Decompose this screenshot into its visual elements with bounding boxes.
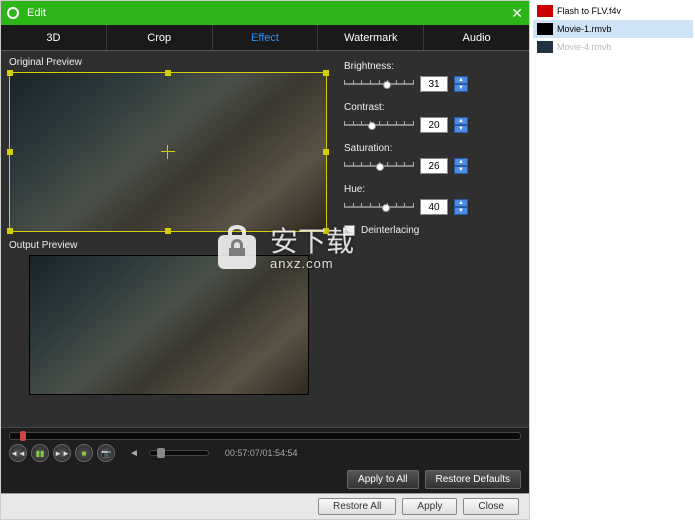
edit-window: Edit ✕ 3D Crop Effect Watermark Audio Or…: [0, 0, 530, 520]
saturation-group: Saturation: 26 ▲▼: [344, 143, 521, 174]
saturation-stepper[interactable]: ▲▼: [454, 158, 468, 174]
next-button[interactable]: ►►: [53, 444, 71, 462]
chevron-up-icon[interactable]: ▲: [454, 76, 468, 84]
effect-controls: Brightness: 31 ▲▼ Contrast:: [336, 51, 529, 427]
volume-icon[interactable]: ◄: [129, 448, 139, 459]
restore-all-button[interactable]: Restore All: [318, 498, 396, 515]
chevron-up-icon[interactable]: ▲: [454, 158, 468, 166]
pause-button[interactable]: ▮▮: [31, 444, 49, 462]
progress-bar[interactable]: [9, 432, 521, 440]
original-preview-label: Original Preview: [9, 57, 328, 68]
crop-handle-ml[interactable]: [7, 149, 13, 155]
brightness-stepper[interactable]: ▲▼: [454, 76, 468, 92]
crop-handle-tr[interactable]: [323, 70, 329, 76]
file-thumb-icon: [537, 41, 553, 53]
deinterlace-row: Deinterlacing: [344, 225, 521, 236]
crop-handle-mr[interactable]: [323, 149, 329, 155]
output-preview-label: Output Preview: [9, 240, 328, 251]
brightness-group: Brightness: 31 ▲▼: [344, 61, 521, 92]
list-item[interactable]: Movie-4.rmvb: [533, 38, 693, 56]
list-item[interactable]: Flash to FLV.f4v: [533, 2, 693, 20]
file-thumb-icon: [537, 5, 553, 17]
deinterlace-label: Deinterlacing: [361, 225, 419, 236]
hue-label: Hue:: [344, 184, 521, 195]
tab-crop[interactable]: Crop: [107, 25, 213, 50]
brightness-value[interactable]: 31: [420, 76, 448, 92]
action-row: Apply to All Restore Defaults: [1, 466, 529, 493]
contrast-group: Contrast: 20 ▲▼: [344, 102, 521, 133]
app-icon: [7, 7, 19, 19]
crop-center-icon[interactable]: [161, 145, 175, 159]
preview-column: Original Preview Output Preview: [1, 51, 336, 427]
saturation-slider[interactable]: [344, 160, 414, 172]
volume-thumb[interactable]: [157, 448, 165, 458]
deinterlace-checkbox[interactable]: [344, 225, 355, 236]
crop-handle-tl[interactable]: [7, 70, 13, 76]
crop-handle-bl[interactable]: [7, 228, 13, 234]
file-list: Flash to FLV.f4v Movie-1.rmvb Movie-4.rm…: [533, 2, 693, 56]
restore-defaults-button[interactable]: Restore Defaults: [425, 470, 521, 489]
original-preview[interactable]: [9, 72, 327, 232]
apply-to-all-button[interactable]: Apply to All: [347, 470, 418, 489]
hue-group: Hue: 40 ▲▼: [344, 184, 521, 215]
chevron-up-icon[interactable]: ▲: [454, 117, 468, 125]
hue-value[interactable]: 40: [420, 199, 448, 215]
file-name: Movie-4.rmvb: [557, 42, 612, 52]
apply-button[interactable]: Apply: [402, 498, 457, 515]
close-icon[interactable]: ✕: [511, 5, 523, 22]
chevron-down-icon[interactable]: ▼: [454, 207, 468, 215]
contrast-stepper[interactable]: ▲▼: [454, 117, 468, 133]
content-area: Original Preview Output Preview Brightne…: [1, 51, 529, 427]
file-name: Movie-1.rmvb: [557, 24, 612, 34]
brightness-label: Brightness:: [344, 61, 521, 72]
contrast-slider[interactable]: [344, 119, 414, 131]
stop-button[interactable]: ■: [75, 444, 93, 462]
list-item[interactable]: Movie-1.rmvb: [533, 20, 693, 38]
chevron-up-icon[interactable]: ▲: [454, 199, 468, 207]
tab-watermark[interactable]: Watermark: [318, 25, 424, 50]
file-thumb-icon: [537, 23, 553, 35]
saturation-label: Saturation:: [344, 143, 521, 154]
tab-audio[interactable]: Audio: [424, 25, 529, 50]
progress-thumb[interactable]: [20, 431, 26, 441]
saturation-value[interactable]: 26: [420, 158, 448, 174]
titlebar: Edit ✕: [1, 1, 529, 25]
close-button[interactable]: Close: [463, 498, 519, 515]
bottom-bar: Restore All Apply Close: [1, 493, 529, 519]
chevron-down-icon[interactable]: ▼: [454, 125, 468, 133]
brightness-slider[interactable]: [344, 78, 414, 90]
tab-3d[interactable]: 3D: [1, 25, 107, 50]
crop-handle-br[interactable]: [323, 228, 329, 234]
snapshot-button[interactable]: 📷: [97, 444, 115, 462]
crop-handle-bc[interactable]: [165, 228, 171, 234]
tab-effect[interactable]: Effect: [213, 25, 319, 50]
prev-button[interactable]: ◄◄: [9, 444, 27, 462]
contrast-value[interactable]: 20: [420, 117, 448, 133]
window-title: Edit: [27, 7, 511, 19]
volume-slider[interactable]: [149, 450, 209, 456]
contrast-label: Contrast:: [344, 102, 521, 113]
file-name: Flash to FLV.f4v: [557, 6, 621, 16]
tabs: 3D Crop Effect Watermark Audio: [1, 25, 529, 51]
crop-handle-tc[interactable]: [165, 70, 171, 76]
output-preview: [29, 255, 309, 395]
hue-stepper[interactable]: ▲▼: [454, 199, 468, 215]
time-display: 00:57:07/01:54:54: [225, 448, 298, 458]
hue-slider[interactable]: [344, 201, 414, 213]
chevron-down-icon[interactable]: ▼: [454, 166, 468, 174]
chevron-down-icon[interactable]: ▼: [454, 84, 468, 92]
player-bar: ◄◄ ▮▮ ►► ■ 📷 ◄ 00:57:07/01:54:54: [1, 427, 529, 466]
